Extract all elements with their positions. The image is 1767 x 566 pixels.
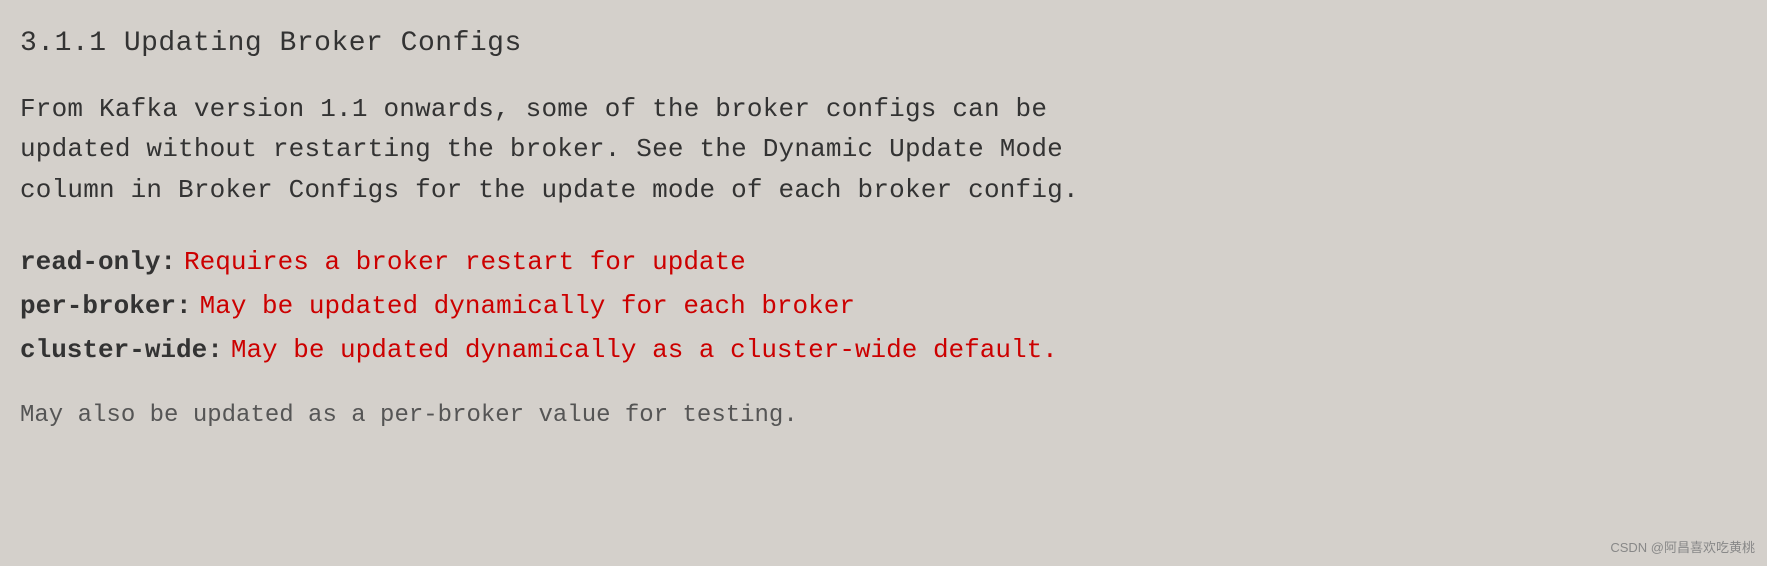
desc-cluster-wide: May be updated dynamically as a cluster-… xyxy=(231,328,1058,372)
definition-item-per-broker: per-broker: May be updated dynamically f… xyxy=(20,284,1737,328)
definition-item-read-only: read-only: Requires a broker restart for… xyxy=(20,240,1737,284)
para-line3: column in Broker Configs for the update … xyxy=(20,175,1079,205)
page-container: 3.1.1 Updating Broker Configs From Kafka… xyxy=(0,0,1767,566)
intro-paragraph: From Kafka version 1.1 onwards, some of … xyxy=(20,89,1737,210)
para-line1: From Kafka version 1.1 onwards, some of … xyxy=(20,94,1047,124)
term-read-only: read-only: xyxy=(20,240,176,284)
watermark: CSDN @阿昌喜欢吃黄桃 xyxy=(1610,537,1755,556)
para-line2: updated without restarting the broker. S… xyxy=(20,134,1063,164)
desc-read-only: Requires a broker restart for update xyxy=(184,240,746,284)
definition-list: read-only: Requires a broker restart for… xyxy=(20,240,1737,373)
section-title: 3.1.1 Updating Broker Configs xyxy=(20,28,1737,59)
term-per-broker: per-broker: xyxy=(20,284,192,328)
footer-note: May also be updated as a per-broker valu… xyxy=(20,402,1737,429)
desc-per-broker: May be updated dynamically for each brok… xyxy=(200,284,855,328)
term-cluster-wide: cluster-wide: xyxy=(20,328,223,372)
definition-item-cluster-wide: cluster-wide: May be updated dynamically… xyxy=(20,328,1737,372)
